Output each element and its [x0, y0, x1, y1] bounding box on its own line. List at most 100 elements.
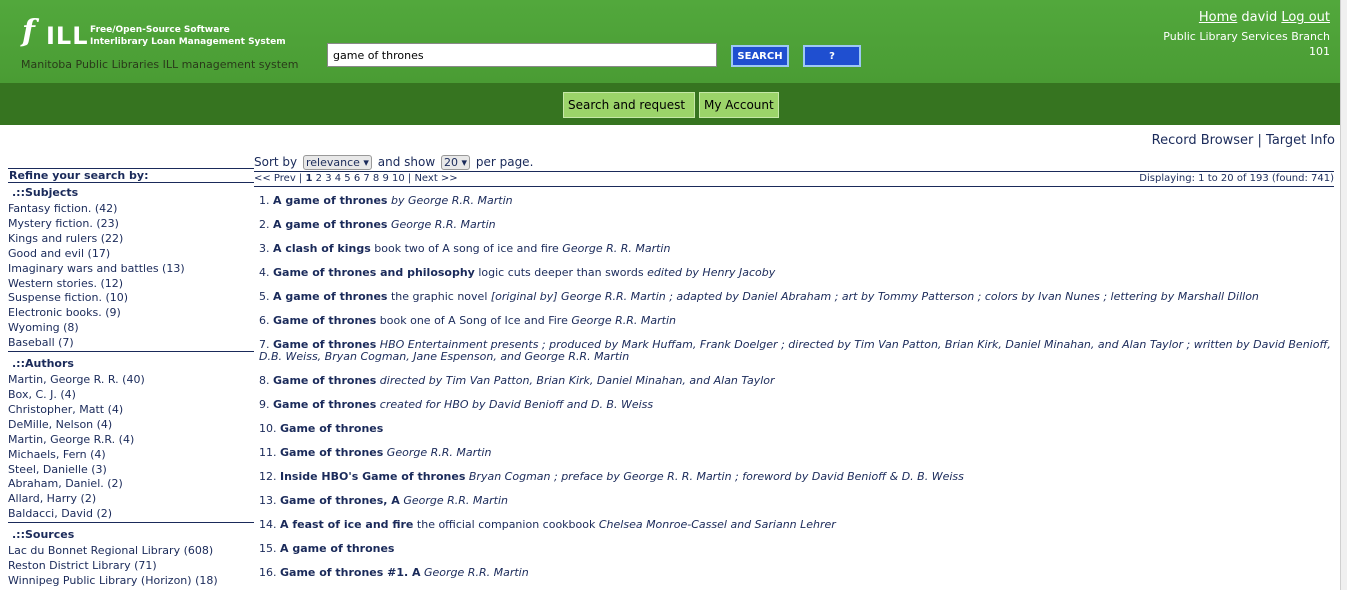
facet-author[interactable]: DeMille, Nelson (4)	[8, 418, 254, 433]
scrollbar[interactable]	[1340, 0, 1347, 590]
facet-author[interactable]: Martin, George R.R. (4)	[8, 433, 254, 448]
result-number: 12.	[259, 470, 277, 483]
page-links[interactable]: 2 3 4 5 6 7 8 9 10	[316, 173, 405, 184]
result-item[interactable]: 3. A clash of kings book two of A song o…	[254, 238, 1334, 262]
nav-search-and-request[interactable]: Search and request	[563, 92, 695, 118]
sort-select[interactable]: relevance ▾	[302, 155, 372, 170]
user-area: Home david Log out	[1199, 10, 1330, 25]
result-item[interactable]: 15. A game of thrones	[254, 538, 1334, 562]
chevron-down-icon: ▾	[363, 156, 369, 169]
result-item[interactable]: 14. A feast of ice and fire the official…	[254, 514, 1334, 538]
result-title[interactable]: A clash of kings	[273, 242, 371, 255]
facet-subject[interactable]: Kings and rulers (22)	[8, 232, 254, 247]
result-number: 8.	[259, 374, 270, 387]
result-item[interactable]: 11. Game of thrones George R.R. Martin	[254, 442, 1334, 466]
result-number: 10.	[259, 422, 277, 435]
results-list: 1. A game of thrones by George R.R. Mart…	[254, 190, 1334, 586]
facet-subject[interactable]: Good and evil (17)	[8, 247, 254, 262]
result-title[interactable]: Game of thrones	[280, 446, 383, 459]
authors-list: Martin, George R. R. (40) Box, C. J. (4)…	[8, 373, 254, 524]
result-item[interactable]: 5. A game of thrones the graphic novel […	[254, 286, 1334, 310]
facet-source[interactable]: Reston District Library (71)	[8, 559, 254, 574]
result-item[interactable]: 1. A game of thrones by George R.R. Mart…	[254, 190, 1334, 214]
facet-subject[interactable]: Fantasy fiction. (42)	[8, 202, 254, 217]
result-author: George R.R. Martin	[424, 566, 529, 579]
per-page-label: per page.	[475, 155, 534, 169]
result-number: 14.	[259, 518, 277, 531]
result-title[interactable]: A game of thrones	[273, 290, 387, 303]
result-item[interactable]: 9. Game of thrones created for HBO by Da…	[254, 394, 1334, 418]
facet-subject[interactable]: Western stories. (12)	[8, 277, 254, 292]
result-item[interactable]: 16. Game of thrones #1. A George R.R. Ma…	[254, 562, 1334, 586]
result-title[interactable]: Game of thrones and philosophy	[273, 266, 475, 279]
result-title[interactable]: Inside HBO's Game of thrones	[280, 470, 465, 483]
result-item[interactable]: 8. Game of thrones directed by Tim Van P…	[254, 370, 1334, 394]
facet-author[interactable]: Abraham, Daniel. (2)	[8, 477, 254, 492]
refine-sidebar: Refine your search by: .::Subjects Fanta…	[8, 168, 254, 589]
subjects-heading: .::Subjects	[12, 186, 79, 199]
result-item[interactable]: 13. Game of thrones, A George R.R. Marti…	[254, 490, 1334, 514]
result-item[interactable]: 7. Game of thrones HBO Entertainment pre…	[254, 334, 1334, 370]
result-author: Chelsea Monroe-Cassel and Sariann Lehrer	[598, 518, 836, 531]
result-title[interactable]: Game of thrones #1. A	[280, 566, 421, 579]
result-title[interactable]: Game of thrones	[273, 374, 376, 387]
facet-subject[interactable]: Electronic books. (9)	[8, 306, 254, 321]
result-author: HBO Entertainment presents ; produced by…	[259, 338, 1331, 363]
logout-link[interactable]: Log out	[1281, 10, 1330, 25]
nav-my-account[interactable]: My Account	[699, 92, 779, 118]
facet-subject[interactable]: Baseball (7)	[8, 336, 254, 351]
record-browser-target-info-links[interactable]: Record Browser | Target Info	[1152, 133, 1335, 148]
result-title[interactable]: A game of thrones	[273, 218, 387, 231]
result-title[interactable]: Game of thrones	[280, 422, 383, 435]
logo-f: f	[22, 14, 35, 49]
result-title[interactable]: A game of thrones	[273, 194, 387, 207]
result-number: 13.	[259, 494, 277, 507]
facet-subject[interactable]: Suspense fiction. (10)	[8, 291, 254, 306]
result-item[interactable]: 4. Game of thrones and philosophy logic …	[254, 262, 1334, 286]
next-page-link[interactable]: | Next >>	[408, 173, 458, 184]
facet-author[interactable]: Martin, George R. R. (40)	[8, 373, 254, 388]
result-title[interactable]: Game of thrones, A	[280, 494, 400, 507]
result-title[interactable]: Game of thrones	[273, 314, 376, 327]
search-input[interactable]	[327, 43, 717, 67]
result-number: 6.	[259, 314, 270, 327]
result-number: 11.	[259, 446, 277, 459]
displaying-count: Displaying: 1 to 20 of 193 (found: 741)	[1139, 173, 1334, 184]
result-number: 15.	[259, 542, 277, 555]
result-item[interactable]: 10. Game of thrones	[254, 418, 1334, 442]
pager: << Prev | 1 2 3 4 5 6 7 8 9 10 | Next >>	[254, 173, 458, 184]
home-link[interactable]: Home	[1199, 10, 1237, 25]
help-button[interactable]: ?	[803, 45, 861, 67]
result-title[interactable]: A game of thrones	[280, 542, 394, 555]
facet-author[interactable]: Steel, Danielle (3)	[8, 463, 254, 478]
result-author: George R.R. Martin	[386, 446, 492, 459]
facet-author[interactable]: Christopher, Matt (4)	[8, 403, 254, 418]
result-item[interactable]: 6. Game of thrones book one of A Song of…	[254, 310, 1334, 334]
result-description: book one of A Song of Ice and Fire	[379, 314, 568, 327]
result-title[interactable]: Game of thrones	[273, 398, 376, 411]
per-page-select[interactable]: 20 ▾	[440, 155, 471, 170]
facet-author[interactable]: Box, C. J. (4)	[8, 388, 254, 403]
site-subtitle: Manitoba Public Libraries ILL management…	[21, 58, 299, 71]
result-number: 9.	[259, 398, 270, 411]
result-item[interactable]: 2. A game of thrones George R.R. Martin	[254, 214, 1334, 238]
facet-source[interactable]: Lac du Bonnet Regional Library (608)	[8, 544, 254, 559]
refine-title: Refine your search by:	[8, 168, 254, 183]
facet-source[interactable]: Winnipeg Public Library (Horizon) (18)	[8, 574, 254, 589]
search-button[interactable]: SEARCH	[731, 45, 789, 67]
facet-subject[interactable]: Imaginary wars and battles (13)	[8, 262, 254, 277]
facet-subject[interactable]: Wyoming (8)	[8, 321, 254, 336]
result-author: created for HBO by David Benioff and D. …	[379, 398, 654, 411]
result-description: book two of A song of ice and fire	[374, 242, 559, 255]
result-title[interactable]: A feast of ice and fire	[280, 518, 413, 531]
show-label: and show	[377, 155, 436, 169]
prev-page-link[interactable]: << Prev |	[254, 173, 302, 184]
logo-ill: ILL	[46, 22, 89, 50]
facet-author[interactable]: Michaels, Fern (4)	[8, 448, 254, 463]
result-number: 16.	[259, 566, 277, 579]
facet-author[interactable]: Allard, Harry (2)	[8, 492, 254, 507]
facet-author[interactable]: Baldacci, David (2)	[8, 507, 254, 522]
facet-subject[interactable]: Mystery fiction. (23)	[8, 217, 254, 232]
result-number: 3.	[259, 242, 270, 255]
result-item[interactable]: 12. Inside HBO's Game of thrones Bryan C…	[254, 466, 1334, 490]
